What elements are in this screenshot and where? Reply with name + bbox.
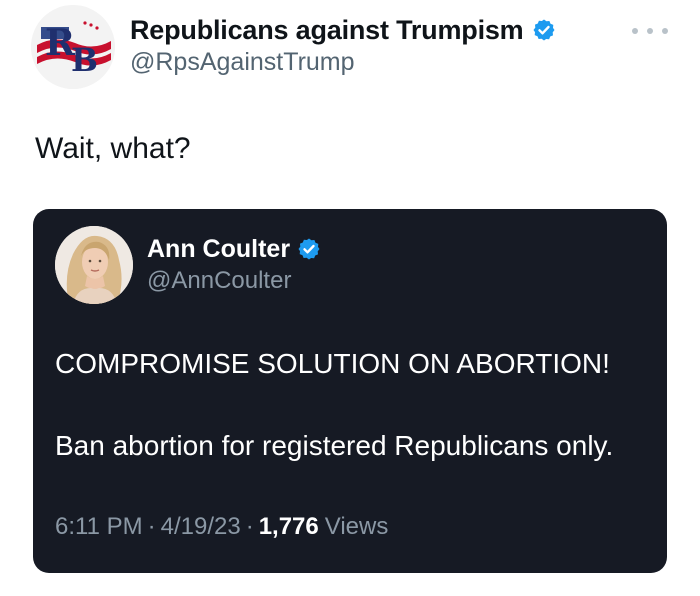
quoted-author-display-name[interactable]: Ann Coulter [147,235,290,264]
dot [647,28,653,34]
quoted-tweet-text: COMPROMISE SOLUTION ON ABORTION! Ban abo… [55,344,655,466]
quoted-author-handle[interactable]: @AnnCoulter [147,267,291,295]
author-handle[interactable]: @RpsAgainstTrump [130,48,355,77]
meta-separator: · [147,513,156,540]
quoted-tweet-meta: 6:11 PM · 4/19/23 · 1,776 Views [55,513,388,541]
meta-separator: · [245,513,254,540]
svg-text:B: B [71,41,98,79]
verified-badge-icon[interactable] [532,18,556,42]
quoted-tweet-line: Ban abortion for registered Republicans … [55,430,614,461]
tweet-page: R B Republicans against Trumpism @RpsAga… [0,0,700,596]
views-count[interactable]: 1,776 [259,513,319,541]
author-avatar[interactable]: R B [31,5,115,89]
verified-badge-icon[interactable] [297,237,321,261]
quoted-author-name-row: Ann Coulter [147,233,321,265]
views-label: Views [324,513,389,540]
author-display-name[interactable]: Republicans against Trumpism [130,15,524,46]
quoted-tweet-line: COMPROMISE SOLUTION ON ABORTION! [55,348,610,379]
quoted-author-avatar[interactable] [55,226,133,304]
tweet-date[interactable]: 4/19/23 [161,513,241,541]
author-name-row: Republicans against Trumpism [130,14,556,46]
tweet-text: Wait, what? [35,132,191,165]
more-horizontal-icon[interactable] [632,24,668,38]
dot [662,28,668,34]
dot [632,28,638,34]
rb-logo-icon: R B [31,5,115,89]
portrait-icon [55,226,133,304]
tweet-time[interactable]: 6:11 PM [55,513,143,541]
quoted-tweet-card[interactable]: Ann Coulter @AnnCoulter COMPROMISE SOLUT… [33,209,667,573]
